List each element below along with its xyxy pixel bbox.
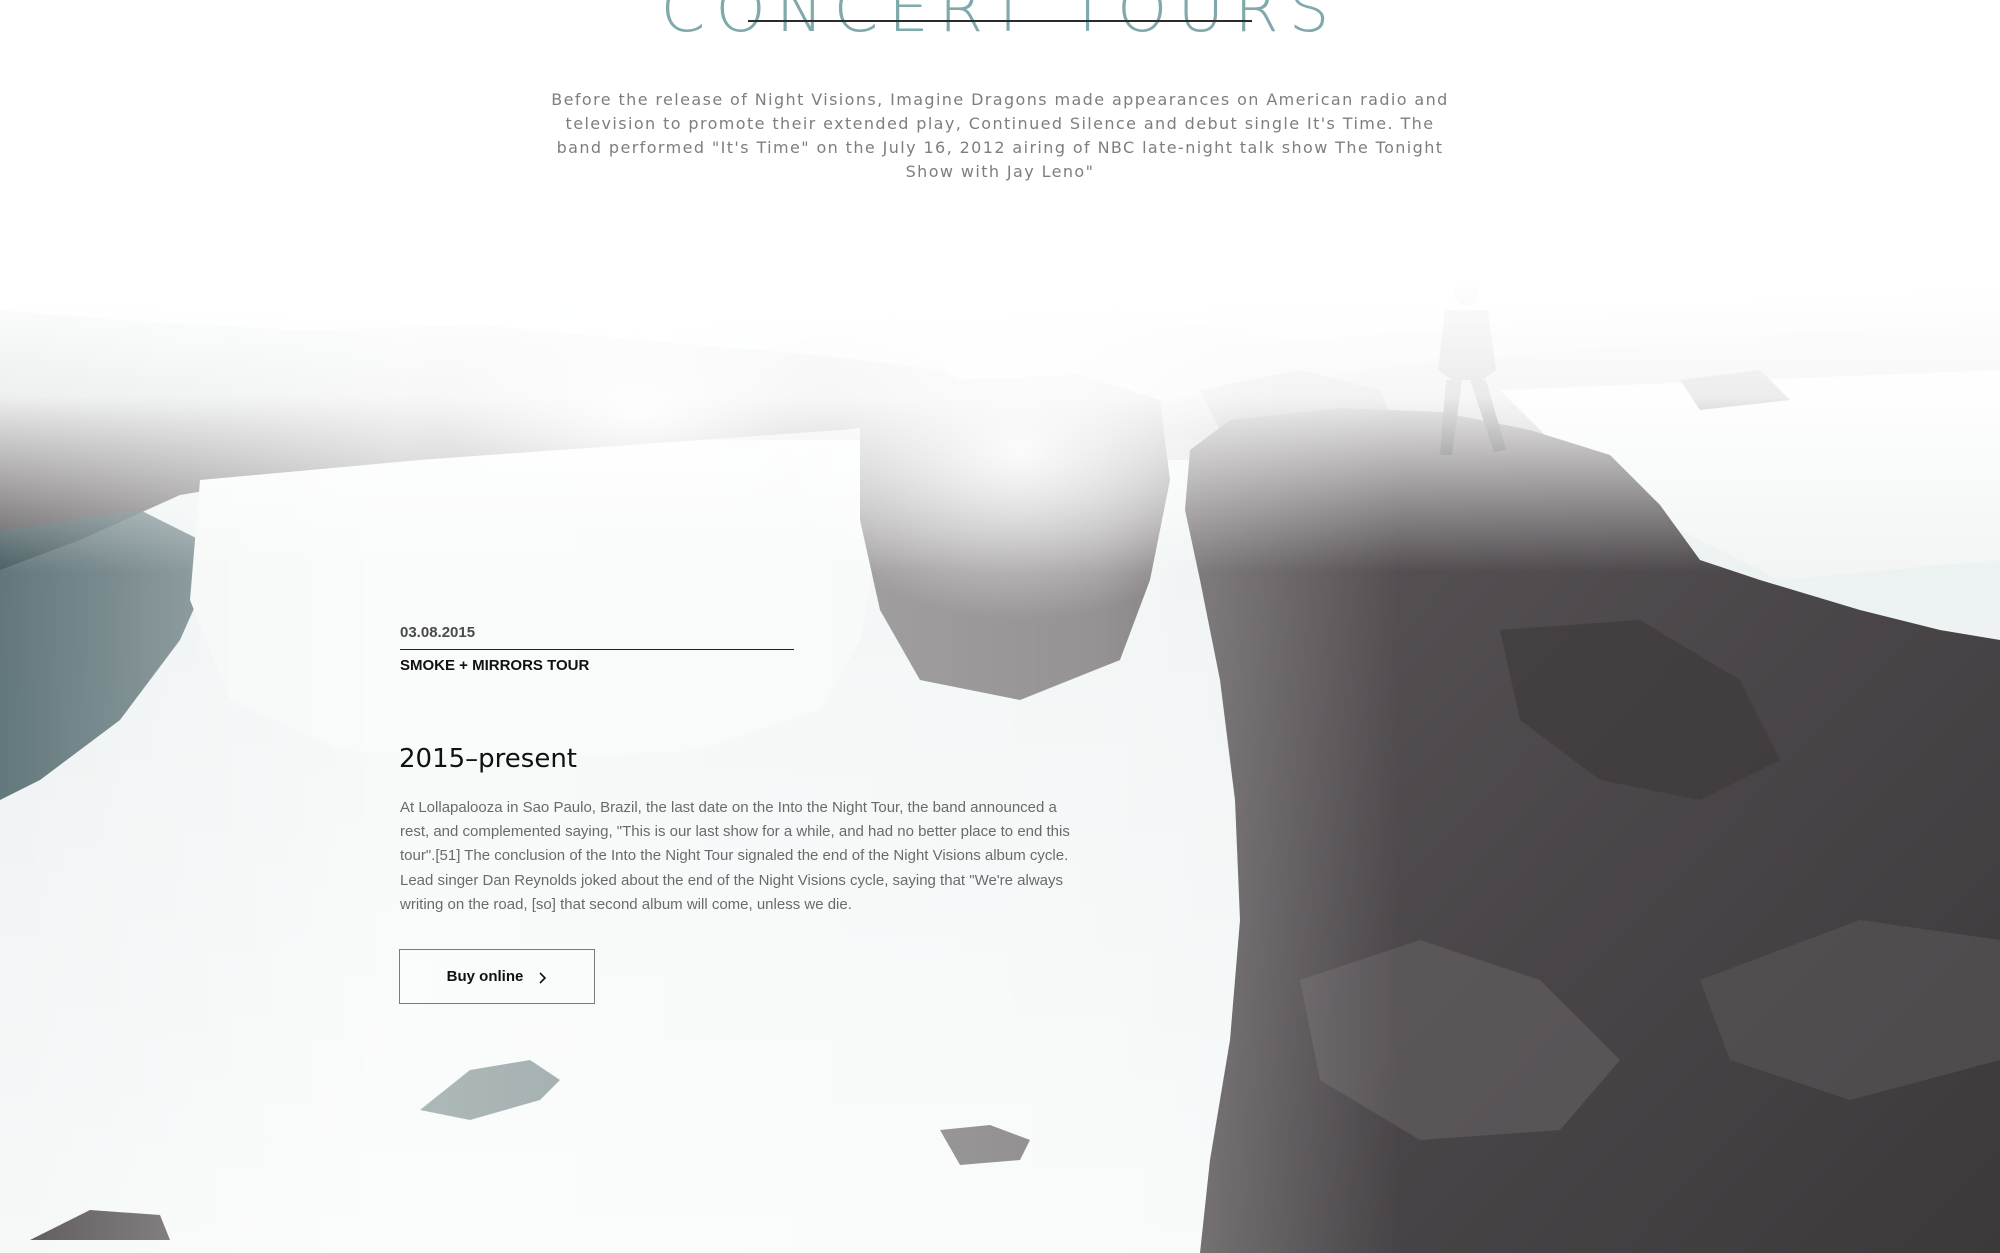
title-divider [748, 20, 1252, 22]
tour-date: 03.08.2015 [400, 624, 476, 641]
chevron-right-icon [537, 971, 547, 984]
section-title: CONCERT TOURS [660, 0, 1340, 47]
tour-description: At Lollapalooza in Sao Paulo, Brazil, th… [400, 799, 1070, 913]
section-intro: Before the release of Night Visions, Ima… [551, 90, 1449, 181]
buy-online-button[interactable]: Buy online [399, 949, 595, 1004]
waterfall-background-image [0, 280, 2000, 1253]
tour-divider [400, 649, 794, 650]
buy-online-label: Buy online [446, 968, 524, 985]
tour-name: SMOKE + MIRRORS TOUR [400, 657, 590, 674]
tour-period: 2015–present [399, 744, 578, 774]
